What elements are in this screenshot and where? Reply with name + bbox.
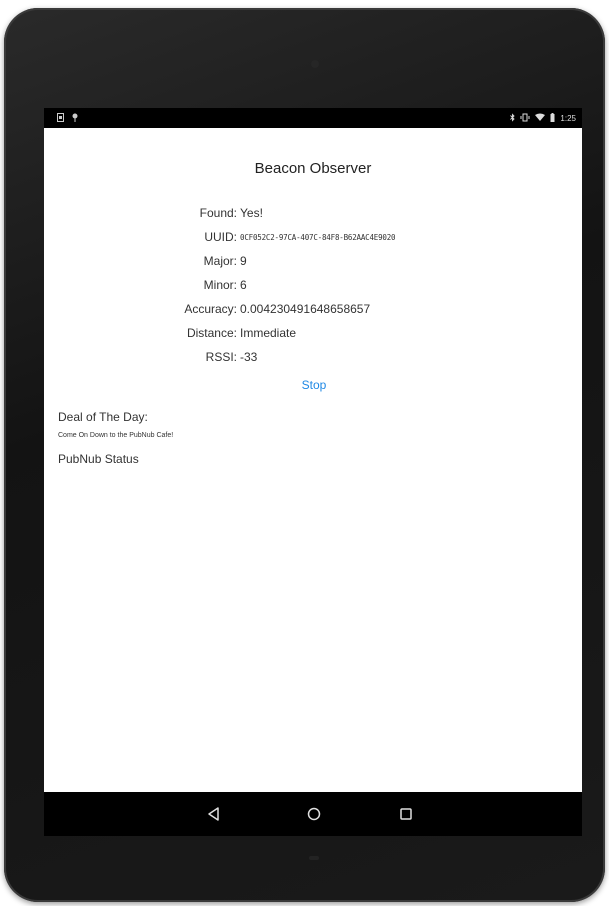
field-row-minor: Minor: 6 [44, 278, 582, 296]
field-label: RSSI: [205, 350, 237, 364]
field-row-rssi: RSSI: -33 [44, 350, 582, 368]
field-value: -33 [240, 350, 258, 364]
field-label: Minor: [203, 278, 237, 292]
tablet-device: 1:25 Beacon Observer Found: Yes! UUID: 0… [4, 8, 605, 902]
notification-icon [57, 113, 64, 124]
field-row-accuracy: Accuracy: 0.004230491648658657 [44, 302, 582, 320]
wifi-icon [535, 113, 546, 124]
field-value: 0.004230491648658657 [240, 302, 371, 316]
field-value: Yes! [240, 206, 263, 220]
app-content: Beacon Observer Found: Yes! UUID: 0CF052… [44, 128, 582, 792]
front-camera [311, 60, 319, 68]
back-icon[interactable] [204, 804, 224, 824]
stop-button[interactable]: Stop [284, 378, 344, 396]
field-value: Immediate [240, 326, 297, 340]
battery-icon [550, 113, 555, 124]
status-time: 1:25 [560, 114, 576, 123]
status-bar-right: 1:25 [510, 113, 576, 124]
field-label: Major: [203, 254, 237, 268]
pubnub-status-label: PubNub Status [58, 452, 139, 466]
deal-of-the-day-label: Deal of The Day: [58, 410, 148, 424]
screen: 1:25 Beacon Observer Found: Yes! UUID: 0… [44, 108, 582, 836]
field-label: Found: [199, 206, 237, 220]
navigation-bar [44, 792, 582, 836]
status-bar-left [57, 113, 78, 124]
bluetooth-icon [510, 113, 516, 124]
page-title: Beacon Observer [254, 160, 372, 177]
field-label: UUID: [204, 230, 237, 244]
field-label: Distance: [186, 326, 237, 340]
field-row-uuid: UUID: 0CF052C2-97CA-407C-84F8-B62AAC4E90… [44, 230, 582, 248]
speaker-grille [309, 856, 319, 860]
recents-icon[interactable] [396, 804, 416, 824]
field-value: 6 [240, 278, 247, 292]
field-row-found: Found: Yes! [44, 206, 582, 224]
location-pin-icon [72, 113, 78, 124]
field-label: Accuracy: [184, 302, 237, 316]
deal-of-the-day-text: Come On Down to the PubNub Cafe! [58, 432, 174, 439]
field-value: 0CF052C2-97CA-407C-84F8-B62AAC4E9020 [240, 233, 396, 242]
status-bar: 1:25 [44, 108, 582, 128]
vibrate-icon [520, 113, 530, 124]
field-row-major: Major: 9 [44, 254, 582, 272]
field-value: 9 [240, 254, 247, 268]
home-icon[interactable] [304, 804, 324, 824]
field-row-distance: Distance: Immediate [44, 326, 582, 344]
